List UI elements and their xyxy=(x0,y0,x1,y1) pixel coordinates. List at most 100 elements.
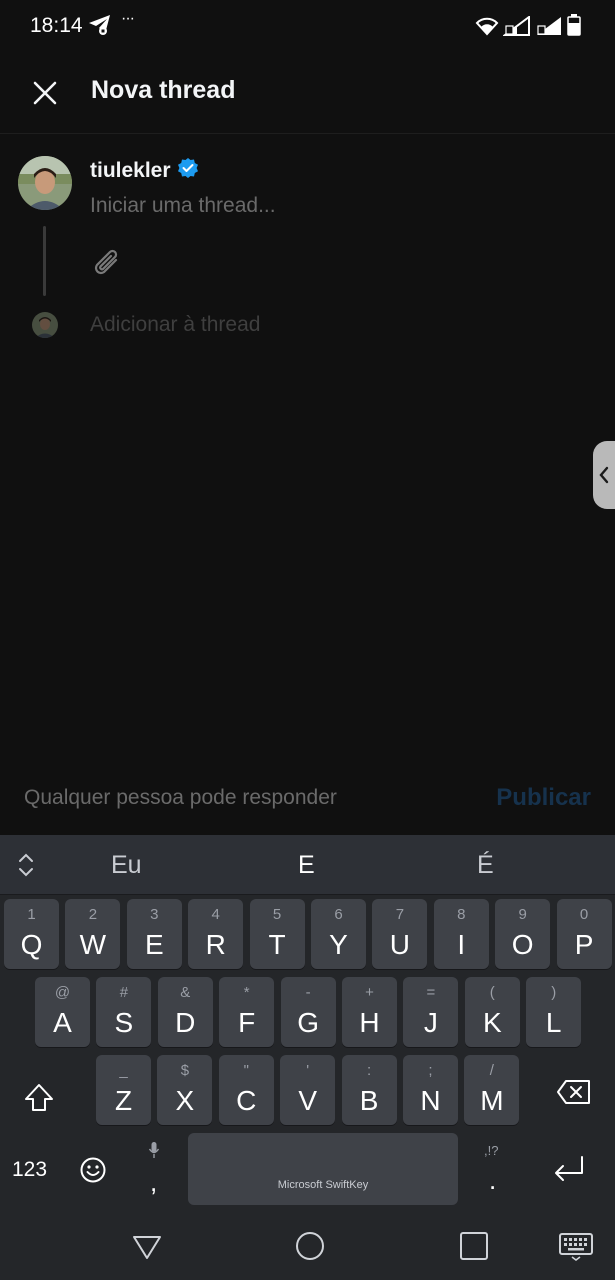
key-i[interactable]: 8I xyxy=(433,899,489,969)
edge-panel-handle[interactable] xyxy=(593,441,615,509)
key-primary-label: F xyxy=(238,1007,256,1038)
key-secondary-label: + xyxy=(365,984,374,1001)
key-x[interactable]: $ X xyxy=(157,1055,213,1125)
emoji-icon[interactable] xyxy=(79,1156,107,1189)
key-secondary-label: 0 xyxy=(579,906,589,923)
key-secondary-label: ( xyxy=(489,984,495,1001)
key-primary-label: U xyxy=(389,929,410,960)
key-e[interactable]: 3E xyxy=(126,899,182,969)
period-key[interactable]: ,!? . xyxy=(480,1141,508,1201)
key-secondary-label: _ xyxy=(119,1062,128,1079)
key-h[interactable]: + H xyxy=(342,977,397,1047)
publish-button[interactable]: Publicar xyxy=(496,784,591,812)
key-primary-label: W xyxy=(79,929,107,960)
backspace-key[interactable] xyxy=(556,1079,592,1110)
suggestion-2[interactable]: E xyxy=(298,851,315,880)
suggestion-1[interactable]: Eu xyxy=(111,851,142,880)
key-primary-label: A xyxy=(53,1007,72,1038)
key-primary-label: B xyxy=(359,1085,379,1116)
key-primary-label: M xyxy=(480,1085,504,1116)
key-secondary-label: & xyxy=(180,984,191,1001)
numbers-key[interactable]: 123 xyxy=(12,1158,47,1182)
key-g[interactable]: -G xyxy=(280,977,336,1047)
key-primary-label: S xyxy=(114,1007,134,1038)
key-a[interactable]: @ A xyxy=(35,977,90,1047)
comma-label: , xyxy=(150,1167,158,1197)
back-nav-icon[interactable] xyxy=(131,1230,163,1267)
suggestion-3[interactable]: É xyxy=(477,851,494,880)
home-nav-icon[interactable] xyxy=(294,1230,326,1267)
key-f[interactable]: * F xyxy=(219,977,275,1047)
shift-key[interactable] xyxy=(22,1081,56,1120)
key-secondary-label: ) xyxy=(551,984,557,1001)
key-secondary-label: # xyxy=(119,984,129,1001)
expand-toolbar-icon[interactable] xyxy=(16,852,36,883)
username: tiulekler xyxy=(90,158,171,182)
key-p[interactable]: 0P xyxy=(556,899,612,969)
key-primary-label: T xyxy=(268,929,286,960)
close-icon[interactable] xyxy=(30,78,60,108)
key-primary-label: H xyxy=(359,1007,380,1038)
key-secondary-label: 5 xyxy=(272,906,282,923)
page-title: Nova thread xyxy=(91,76,236,104)
key-secondary-label: 8 xyxy=(457,906,466,923)
key-l[interactable]: ) L xyxy=(526,977,582,1047)
key-secondary-label: @ xyxy=(54,984,71,1001)
navigation-bar xyxy=(0,1220,615,1280)
space-bar-label: Microsoft SwiftKey xyxy=(277,1179,369,1191)
key-c[interactable]: " C xyxy=(218,1055,274,1125)
enter-key[interactable] xyxy=(552,1153,586,1188)
comma-key[interactable]: , xyxy=(140,1141,168,1201)
avatar[interactable] xyxy=(18,156,72,210)
recents-nav-icon[interactable] xyxy=(458,1230,490,1267)
key-primary-label: R xyxy=(205,929,226,960)
key-primary-label: N xyxy=(420,1085,441,1116)
key-s[interactable]: # S xyxy=(96,977,152,1047)
thread-text-input[interactable] xyxy=(90,194,570,218)
key-secondary-label: - xyxy=(305,984,311,1001)
add-to-thread-button[interactable]: Adicionar à thread xyxy=(90,313,260,337)
key-t[interactable]: 5T xyxy=(249,899,305,969)
key-secondary-label: = xyxy=(426,984,436,1001)
space-bar[interactable]: Microsoft SwiftKey xyxy=(188,1133,458,1205)
key-k[interactable]: (K xyxy=(464,977,520,1047)
reply-permission-selector[interactable]: Qualquer pessoa pode responder xyxy=(24,786,337,810)
key-m[interactable]: / M xyxy=(464,1055,520,1125)
key-primary-label: G xyxy=(297,1007,319,1038)
key-b[interactable]: :B xyxy=(341,1055,397,1125)
key-primary-label: O xyxy=(511,929,534,960)
wifi-icon xyxy=(475,16,499,41)
key-primary-label: D xyxy=(175,1007,196,1038)
key-o[interactable]: 9O xyxy=(495,899,551,969)
key-y[interactable]: 6Y xyxy=(311,899,366,969)
keyboard: Eu E É 1Q2W3E4R5T6Y7U8I9O0P @ A # S & D * F - G + H… xyxy=(0,835,615,1220)
key-secondary-label: 1 xyxy=(27,906,36,923)
key-secondary-label: 3 xyxy=(150,906,159,923)
key-z[interactable]: _ Z xyxy=(96,1055,151,1125)
status-bar: 18:14 ··· xyxy=(0,0,615,52)
more-notifications-icon: ··· xyxy=(121,10,135,27)
key-secondary-label: $ xyxy=(180,1062,190,1079)
key-primary-label: I xyxy=(457,929,466,960)
key-primary-label: K xyxy=(482,1007,502,1038)
paperclip-icon[interactable] xyxy=(92,248,124,287)
key-primary-label: P xyxy=(574,929,594,960)
telegram-icon xyxy=(88,14,112,41)
key-r[interactable]: 4R xyxy=(188,899,244,969)
verified-badge-icon xyxy=(177,157,199,184)
key-w[interactable]: 2W xyxy=(65,899,121,969)
key-v[interactable]: ' V xyxy=(280,1055,336,1125)
key-q[interactable]: 1Q xyxy=(4,899,59,969)
key-secondary-label: / xyxy=(489,1062,494,1079)
key-primary-label: Q xyxy=(20,929,43,960)
mic-icon xyxy=(148,1141,160,1164)
key-j[interactable]: = J xyxy=(403,977,459,1047)
key-u[interactable]: 7U xyxy=(372,899,428,969)
key-secondary-label: 9 xyxy=(518,906,527,923)
key-secondary-label: " xyxy=(243,1062,249,1079)
small-avatar xyxy=(32,312,58,338)
key-primary-label: J xyxy=(423,1007,438,1038)
key-n[interactable]: ; N xyxy=(403,1055,458,1125)
keyboard-hide-icon[interactable] xyxy=(558,1230,594,1267)
key-d[interactable]: & D xyxy=(157,977,213,1047)
